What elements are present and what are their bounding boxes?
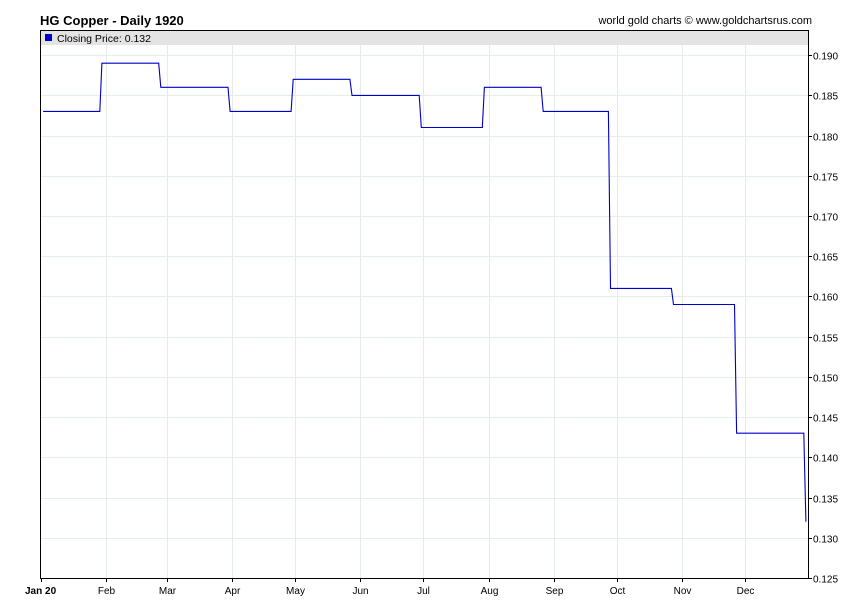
x-tick-label: Oct bbox=[610, 586, 626, 597]
x-axis: Jan 20 Feb Mar Apr May Jun Jul Aug Sep Oct Nov Dec bbox=[25, 578, 754, 597]
x-tick-label: Jul bbox=[417, 586, 430, 597]
y-tick-label: 0.165 bbox=[813, 253, 838, 264]
legend-band bbox=[41, 31, 809, 45]
grid-lines bbox=[41, 45, 808, 578]
y-axis: 0.125 0.130 0.135 0.140 0.145 0.150 0.155 0.160… bbox=[808, 52, 838, 586]
y-tick-label: 0.185 bbox=[813, 92, 838, 103]
x-tick-label: Dec bbox=[737, 586, 755, 597]
y-tick-label: 0.160 bbox=[813, 293, 838, 304]
y-tick-label: 0.170 bbox=[813, 213, 838, 224]
y-tick-label: 0.190 bbox=[813, 52, 838, 63]
y-tick-label: 0.125 bbox=[813, 575, 838, 586]
price-line bbox=[43, 62, 807, 522]
y-tick-label: 0.140 bbox=[813, 454, 838, 465]
x-tick-label: Nov bbox=[674, 586, 692, 597]
y-tick-label: 0.150 bbox=[813, 374, 838, 385]
x-tick-label: Sep bbox=[546, 586, 564, 597]
y-tick-label: 0.155 bbox=[813, 334, 838, 345]
y-tick-label: 0.135 bbox=[813, 495, 838, 506]
x-tick-label: Aug bbox=[481, 586, 499, 597]
x-tick-label: Jan 20 bbox=[25, 586, 57, 597]
x-tick-label: Apr bbox=[225, 586, 241, 597]
price-chart: Closing Price: 0.132 0.125 0.130 0.135 0.14… bbox=[25, 30, 838, 597]
series-layer bbox=[43, 62, 807, 522]
legend-label: Closing Price: 0.132 bbox=[57, 33, 151, 45]
y-tick-label: 0.175 bbox=[813, 173, 838, 184]
x-tick-label: Mar bbox=[159, 586, 177, 597]
y-tick-label: 0.130 bbox=[813, 535, 838, 546]
y-tick-label: 0.145 bbox=[813, 414, 838, 425]
legend-swatch bbox=[45, 34, 52, 41]
x-tick-label: Feb bbox=[98, 586, 116, 597]
y-tick-label: 0.180 bbox=[813, 133, 838, 144]
x-tick-label: May bbox=[286, 586, 305, 597]
x-tick-label: Jun bbox=[352, 586, 368, 597]
